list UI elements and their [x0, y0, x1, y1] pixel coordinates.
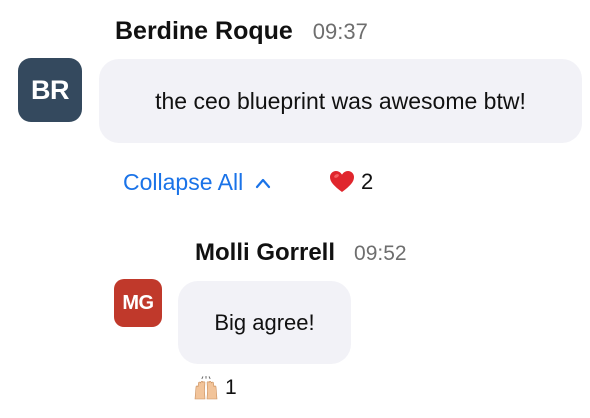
reaction-count: 2	[361, 169, 374, 194]
avatar[interactable]: BR	[18, 58, 82, 122]
message-bubble[interactable]: the ceo blueprint was awesome btw!	[99, 59, 582, 143]
chevron-up-icon	[256, 178, 271, 188]
sender-name[interactable]: Molli Gorrell	[195, 239, 335, 267]
collapse-all-label: Collapse All	[123, 169, 244, 195]
raising-hands-icon	[194, 376, 218, 400]
reaction-raising-hands[interactable]: 1	[193, 376, 237, 400]
message-header: Berdine Roque 09:37	[115, 17, 368, 46]
reaction-heart[interactable]: 2	[329, 169, 373, 195]
sender-name[interactable]: Berdine Roque	[115, 17, 293, 46]
timestamp: 09:37	[312, 19, 368, 44]
collapse-all-button[interactable]: Collapse All	[123, 169, 271, 196]
avatar[interactable]: MG	[114, 279, 162, 327]
message-text: Big agree!	[214, 309, 315, 335]
timestamp: 09:52	[354, 242, 407, 265]
message-text: the ceo blueprint was awesome btw!	[155, 87, 526, 114]
red-heart-icon	[330, 171, 354, 192]
message-bubble[interactable]: Big agree!	[178, 281, 351, 364]
reaction-count: 1	[225, 376, 237, 399]
message-header: Molli Gorrell 09:52	[195, 239, 407, 267]
